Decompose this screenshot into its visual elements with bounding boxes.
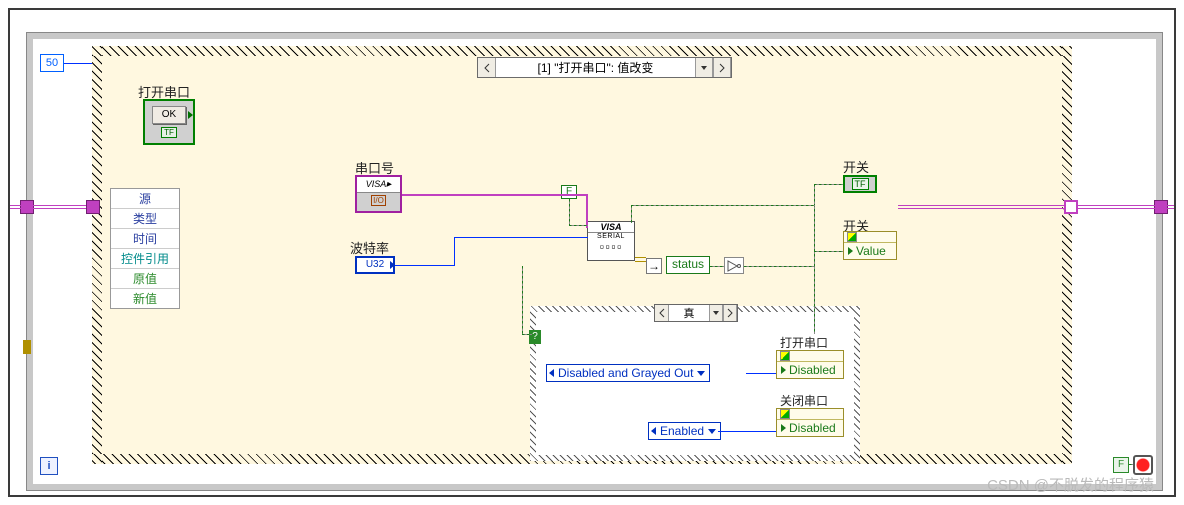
event-data-node[interactable]: 源 类型 时间 控件引用 原值 新值 xyxy=(110,188,180,309)
unbundle-item: 时间 xyxy=(111,229,179,249)
visa-io-label: I/O xyxy=(371,195,386,206)
wire-bool xyxy=(569,199,570,225)
loop-shift-register xyxy=(23,340,31,354)
wire-visa xyxy=(402,194,588,196)
wire xyxy=(718,431,776,432)
prop1-label: 打开串口 xyxy=(780,334,828,351)
wire xyxy=(64,63,92,64)
baud-control[interactable]: U32 xyxy=(355,256,395,274)
value-property: Value xyxy=(844,243,896,259)
wire-bool xyxy=(814,184,815,334)
prop-header-icon xyxy=(777,409,843,420)
switch-label: 开关 xyxy=(843,157,869,176)
open-serial-terminal[interactable]: OK TF xyxy=(143,99,195,145)
case-dropdown-arrow[interactable] xyxy=(709,305,723,321)
unbundle-item: 控件引用 xyxy=(111,249,179,269)
case-dropdown-arrow[interactable] xyxy=(695,58,713,77)
ok-button: OK xyxy=(152,106,186,124)
wire-bool xyxy=(522,334,532,335)
not-gate-node[interactable] xyxy=(724,257,744,274)
unbundle-item: 新值 xyxy=(111,289,179,308)
prop2-label: 关闭串口 xyxy=(780,392,828,409)
switch-indicator[interactable]: TF xyxy=(843,175,877,193)
unbundle-item: 源 xyxy=(111,189,179,209)
inner-case-body: 真 ? Disabled and Grayed Out Enabled 打开串口… xyxy=(536,312,854,455)
visa-type-label: VISA▸ xyxy=(357,177,400,193)
wire xyxy=(746,373,776,374)
event-tunnel-right xyxy=(1064,200,1078,214)
event-tunnel-left xyxy=(86,200,100,214)
wire-bool xyxy=(744,266,814,267)
unbundle-by-name-node[interactable]: → xyxy=(646,258,662,274)
wire-cluster xyxy=(10,205,86,209)
loop-stop-terminal[interactable] xyxy=(1133,455,1153,475)
wire-bool xyxy=(522,266,523,334)
visa-node-header: VISA xyxy=(588,222,634,233)
baud-label: 波特率 xyxy=(350,238,389,257)
wait-ms-constant[interactable]: 50 xyxy=(40,54,64,72)
loop-iteration-terminal: i xyxy=(40,457,58,475)
wire-bool xyxy=(1129,464,1133,465)
wire-baud xyxy=(454,237,455,266)
case-next-arrow[interactable] xyxy=(723,305,737,321)
event-case-label: [1] "打开串口": 值改变 xyxy=(496,59,695,76)
visa-node-pins-icon: ▫▫▫▫ xyxy=(599,242,622,251)
event-case-selector[interactable]: [1] "打开串口": 值改变 xyxy=(477,57,732,78)
inner-case-structure: 真 ? Disabled and Grayed Out Enabled 打开串口… xyxy=(530,306,860,461)
wire-cluster xyxy=(898,205,1064,209)
wire-bool xyxy=(814,251,843,252)
prop-header-icon xyxy=(777,351,843,362)
disabled-property: Disabled xyxy=(777,362,843,378)
wire-cluster xyxy=(1078,205,1174,209)
enum-enabled[interactable]: Enabled xyxy=(648,422,721,440)
case-prev-arrow[interactable] xyxy=(655,305,669,321)
visa-resource-control[interactable]: VISA▸ I/O xyxy=(355,175,402,213)
tf-type-icon: TF xyxy=(852,178,869,190)
inner-case-label: 真 xyxy=(669,305,709,321)
wire-bool xyxy=(744,266,745,267)
tf-type-icon: TF xyxy=(161,127,177,138)
prop-header-icon xyxy=(844,232,896,243)
visa-node-sub: SERIAL xyxy=(597,233,625,240)
wire-bool xyxy=(631,205,632,223)
wire-baud xyxy=(454,237,588,238)
unbundle-item: 原值 xyxy=(111,269,179,289)
wire-bool xyxy=(569,225,588,226)
wire-baud xyxy=(395,265,455,266)
case-prev-arrow[interactable] xyxy=(478,58,496,77)
enum-disabled-grayed[interactable]: Disabled and Grayed Out xyxy=(546,364,710,382)
disabled-property: Disabled xyxy=(777,420,843,436)
not-icon xyxy=(727,260,741,272)
inner-case-selector[interactable]: 真 xyxy=(654,304,738,322)
case-selector-terminal: ? xyxy=(529,330,541,344)
wire-bool xyxy=(631,205,815,206)
close-serial-property-node[interactable]: Disabled xyxy=(776,408,844,437)
wire-error xyxy=(635,257,646,262)
open-serial-property-node[interactable]: Disabled xyxy=(776,350,844,379)
unbundle-item: 类型 xyxy=(111,209,179,229)
wire-bool xyxy=(710,266,724,267)
while-loop-frame: 50 ⧗ [1] "打开串口": 值改变 打开串口 OK TF 源 类型 时间 … xyxy=(8,8,1176,497)
false-constant-stop[interactable]: F xyxy=(1113,457,1129,473)
visa-configure-serial-node[interactable]: VISA SERIAL ▫▫▫▫ xyxy=(587,221,635,261)
case-next-arrow[interactable] xyxy=(713,58,731,77)
false-constant[interactable]: F xyxy=(561,185,577,199)
error-status-output: status xyxy=(666,256,710,274)
wire-visa xyxy=(586,194,588,228)
switch-property-node[interactable]: Value xyxy=(843,231,897,260)
wire-bool xyxy=(814,184,843,185)
